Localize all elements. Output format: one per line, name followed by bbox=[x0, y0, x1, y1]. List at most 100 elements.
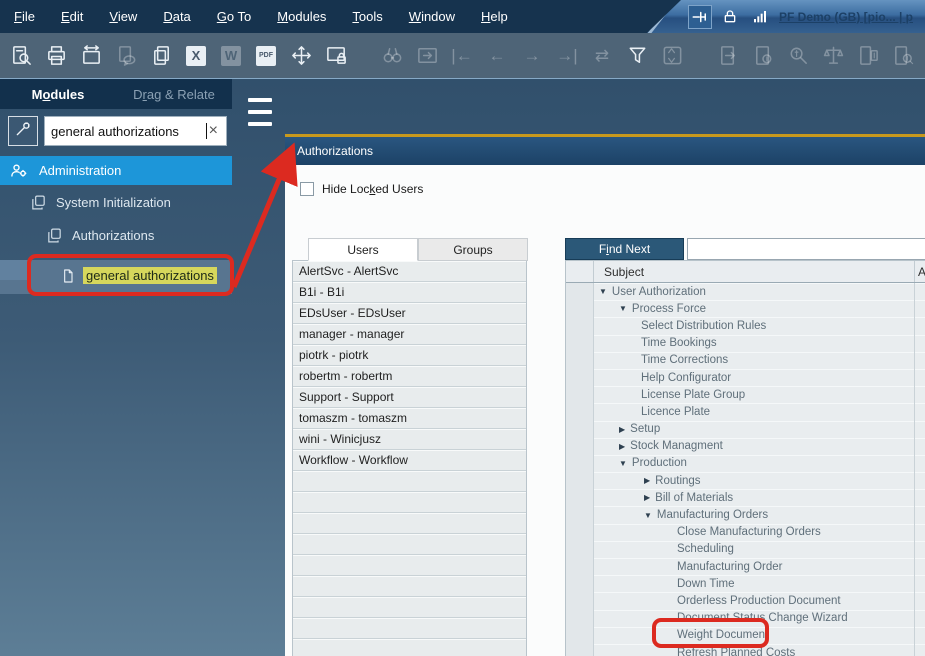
next-record-icon[interactable]: → bbox=[519, 43, 545, 69]
tree-row-bill-of-materials[interactable]: ▶Bill of Materials bbox=[566, 489, 925, 506]
expand-arrow-icon[interactable]: ▶ bbox=[644, 493, 650, 502]
empty-row[interactable] bbox=[293, 597, 526, 618]
module-search-input[interactable]: general authorizations × bbox=[44, 116, 227, 146]
reconciliation-icon[interactable] bbox=[820, 43, 846, 69]
tab-groups[interactable]: Groups bbox=[418, 238, 528, 261]
document-currency-icon[interactable] bbox=[855, 43, 881, 69]
price-lookup-icon[interactable] bbox=[890, 43, 916, 69]
find-next-button[interactable]: Find Next bbox=[565, 238, 684, 260]
user-row[interactable]: manager - manager bbox=[293, 324, 526, 345]
lock-icon[interactable] bbox=[719, 6, 741, 28]
move-window-icon[interactable] bbox=[288, 43, 314, 69]
user-row[interactable]: tomaszm - tomaszm bbox=[293, 408, 526, 429]
user-row[interactable]: EDsUser - EDsUser bbox=[293, 303, 526, 324]
print-icon[interactable] bbox=[43, 43, 69, 69]
menu-data[interactable]: Data bbox=[163, 9, 190, 24]
menu-view[interactable]: View bbox=[109, 9, 137, 24]
tree-row-licence-plate[interactable]: Licence Plate bbox=[566, 403, 925, 420]
user-row[interactable]: piotrk - piotrk bbox=[293, 345, 526, 366]
expand-arrow-icon[interactable]: ▶ bbox=[644, 476, 650, 485]
menu-edit[interactable]: Edit bbox=[61, 9, 83, 24]
duplicate-document-icon[interactable] bbox=[148, 43, 174, 69]
sidebar-item-general-authorizations[interactable]: general authorizations bbox=[0, 260, 232, 294]
sidebar-item-administration[interactable]: Administration bbox=[0, 156, 232, 185]
menu-tools[interactable]: Tools bbox=[352, 9, 382, 24]
tree-row-refresh-planned-costs[interactable]: Refresh Planned Costs bbox=[566, 644, 925, 656]
menu-go-to[interactable]: Go To bbox=[217, 9, 251, 24]
user-row[interactable]: Support - Support bbox=[293, 387, 526, 408]
tree-row-close-manufacturing-orders[interactable]: Close Manufacturing Orders bbox=[566, 524, 925, 541]
user-row[interactable]: wini - Winicjusz bbox=[293, 429, 526, 450]
customize-button[interactable] bbox=[8, 116, 38, 146]
tree-row-orderless-production-document[interactable]: Orderless Production Document bbox=[566, 592, 925, 609]
empty-row[interactable] bbox=[293, 618, 526, 639]
collapse-arrow-icon[interactable]: ▼ bbox=[644, 511, 652, 520]
tree-row-document-status-change-wizard[interactable]: Document Status Change Wizard bbox=[566, 610, 925, 627]
tree-row-stock-managment[interactable]: ▶Stock Managment bbox=[566, 438, 925, 455]
collapse-arrow-icon[interactable]: ▼ bbox=[619, 304, 627, 313]
menu-file[interactable]: File bbox=[14, 9, 35, 24]
collapse-arrow-icon[interactable]: ▼ bbox=[599, 287, 607, 296]
find-input[interactable] bbox=[687, 238, 925, 260]
export-word-icon[interactable]: W bbox=[218, 43, 244, 69]
document-preview-icon[interactable] bbox=[8, 43, 34, 69]
empty-row[interactable] bbox=[293, 576, 526, 597]
sidebar-item-authorizations[interactable]: Authorizations bbox=[46, 227, 154, 244]
first-record-icon[interactable]: |← bbox=[449, 43, 475, 69]
tab-users[interactable]: Users bbox=[308, 238, 418, 261]
filter-table-icon[interactable] bbox=[624, 43, 650, 69]
send-message-icon[interactable] bbox=[113, 43, 139, 69]
previous-record-icon[interactable]: ← bbox=[484, 43, 510, 69]
empty-row[interactable] bbox=[293, 555, 526, 576]
tab-drag-and-relate[interactable]: Drag & Relate bbox=[116, 87, 232, 102]
tree-row-setup[interactable]: ▶Setup bbox=[566, 421, 925, 438]
tree-row-process-force[interactable]: ▼Process Force bbox=[566, 300, 925, 317]
empty-row[interactable] bbox=[293, 639, 526, 656]
find-icon[interactable] bbox=[379, 43, 405, 69]
tree-row-manufacturing-order[interactable]: Manufacturing Order bbox=[566, 558, 925, 575]
tree-row-select-distribution-rules[interactable]: Select Distribution Rules bbox=[566, 317, 925, 334]
user-row[interactable]: robertm - robertm bbox=[293, 366, 526, 387]
tab-modules[interactable]: Modules bbox=[0, 87, 116, 102]
hide-locked-users-checkbox[interactable] bbox=[300, 182, 314, 196]
empty-row[interactable] bbox=[293, 492, 526, 513]
tree-row-time-bookings[interactable]: Time Bookings bbox=[566, 335, 925, 352]
expand-arrow-icon[interactable]: ▶ bbox=[619, 442, 625, 451]
user-row[interactable]: B1i - B1i bbox=[293, 282, 526, 303]
payment-search-icon[interactable] bbox=[785, 43, 811, 69]
tree-row-production[interactable]: ▼Production bbox=[566, 455, 925, 472]
menu-modules[interactable]: Modules bbox=[277, 9, 326, 24]
export-excel-icon[interactable]: X bbox=[183, 43, 209, 69]
hamburger-menu-icon[interactable] bbox=[248, 98, 272, 126]
pin-icon[interactable] bbox=[689, 6, 711, 28]
empty-row[interactable] bbox=[293, 471, 526, 492]
page-setup-icon[interactable] bbox=[78, 43, 104, 69]
user-row[interactable]: AlertSvc - AlertSvc bbox=[293, 261, 526, 282]
expand-arrow-icon[interactable]: ▶ bbox=[619, 425, 625, 434]
tree-row-user-authorization[interactable]: ▼User Authorization bbox=[566, 283, 925, 300]
clear-search-icon[interactable]: × bbox=[207, 122, 220, 140]
window-titlebar[interactable]: Authorizations bbox=[285, 137, 925, 165]
goto-icon[interactable] bbox=[414, 43, 440, 69]
document-payment-icon[interactable] bbox=[750, 43, 776, 69]
tree-row-manufacturing-orders[interactable]: ▼Manufacturing Orders bbox=[566, 506, 925, 523]
tree-row-routings[interactable]: ▶Routings bbox=[566, 472, 925, 489]
tree-row-license-plate-group[interactable]: License Plate Group bbox=[566, 386, 925, 403]
refresh-record-icon[interactable]: ⇄ bbox=[589, 43, 615, 69]
tree-row-scheduling[interactable]: Scheduling bbox=[566, 541, 925, 558]
tree-row-time-corrections[interactable]: Time Corrections bbox=[566, 352, 925, 369]
empty-row[interactable] bbox=[293, 534, 526, 555]
last-record-icon[interactable]: →| bbox=[554, 43, 580, 69]
menu-window[interactable]: Window bbox=[409, 9, 455, 24]
menu-help[interactable]: Help bbox=[481, 9, 508, 24]
lock-screen-icon[interactable] bbox=[323, 43, 349, 69]
document-transfer-icon[interactable] bbox=[715, 43, 741, 69]
user-row[interactable]: Workflow - Workflow bbox=[293, 450, 526, 471]
tree-row-down-time[interactable]: Down Time bbox=[566, 575, 925, 592]
tree-row-weight-document[interactable]: Weight Document bbox=[566, 627, 925, 644]
signal-icon[interactable] bbox=[749, 6, 771, 28]
export-pdf-icon[interactable]: PDF bbox=[253, 43, 279, 69]
sidebar-item-system-initialization[interactable]: System Initialization bbox=[30, 194, 171, 211]
sort-table-icon[interactable] bbox=[659, 43, 685, 69]
empty-row[interactable] bbox=[293, 513, 526, 534]
